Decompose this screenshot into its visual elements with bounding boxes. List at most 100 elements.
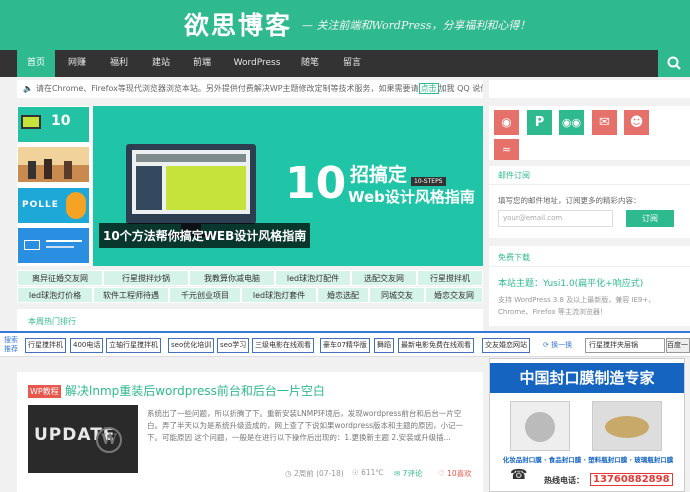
slider-thumb-4[interactable] xyxy=(18,228,89,263)
pinterest-icon[interactable]: P xyxy=(527,110,552,135)
slider-thumbnails: 10 POLLE xyxy=(17,106,92,266)
post-thumbnail[interactable]: UPDATE W xyxy=(28,405,138,473)
mail-icon[interactable]: ✉ xyxy=(592,110,617,135)
slide-number: 10 xyxy=(285,158,347,209)
tag-link[interactable]: led球泡灯配件 xyxy=(275,270,351,286)
slide-headline: 招搞定 xyxy=(350,164,408,186)
search-suggestion[interactable]: 最新电影免费在线观看 xyxy=(398,338,474,353)
comment-icon: ✉ xyxy=(394,469,403,478)
rss-icon[interactable]: ≈ xyxy=(494,139,519,160)
post-category-badge[interactable]: WP教程 xyxy=(28,385,61,398)
notice-text: 请在Chrome、Firefox等现代浏览器浏览本站。另外提供付费解决WP主题修… xyxy=(35,84,419,93)
notice-bar: 🔈 请在Chrome、Firefox等现代浏览器浏览本站。另外提供付费解决WP主题… xyxy=(17,80,483,98)
qq-link[interactable]: 点击 xyxy=(418,83,439,94)
clock-icon: ◷ xyxy=(285,469,294,478)
search-suggestion[interactable]: 交友婚恋网站 xyxy=(482,338,530,353)
notice-text-after: 加我 QQ 说你的需求。 xyxy=(438,84,483,93)
qq-icon[interactable]: ☻ xyxy=(624,110,649,135)
subscribe-title: 邮件订阅 xyxy=(498,171,530,180)
tag-link[interactable]: 婚恋交友网 xyxy=(425,287,483,303)
wordpress-logo-icon: W xyxy=(96,427,122,453)
site-logo[interactable]: 欲思博客 xyxy=(184,6,292,42)
thumb-label: POLLE xyxy=(22,200,59,210)
refresh-suggestions[interactable]: ⟳ 换一换 xyxy=(543,340,572,350)
eye-icon: ☉ xyxy=(352,468,362,477)
nav-item-liuyan[interactable]: 留言 xyxy=(333,50,371,77)
search-icon xyxy=(667,56,681,70)
featured-slide[interactable]: 10 招搞定 10-STEPS Web设计风格指南 10个方法帮你搞定WEB设计… xyxy=(93,106,483,266)
search-suggestion[interactable]: 三级电影在线观看 xyxy=(252,338,314,353)
refresh-icon: ⟳ xyxy=(543,341,549,349)
tag-link[interactable]: 选配交友网 xyxy=(351,270,417,286)
search-suggestion[interactable]: 舞蹈 xyxy=(374,338,394,353)
nav-item-suibi[interactable]: 随笔 xyxy=(291,50,329,77)
subscribe-desc: 填写您的邮件地址，订阅更多的精彩内容： xyxy=(498,196,641,205)
slider-thumb-1[interactable]: 10 xyxy=(18,107,89,142)
search-suggestion[interactable]: 豪车07精华版 xyxy=(320,338,370,353)
slide-badge: 10-STEPS xyxy=(411,177,446,186)
wechat-icon[interactable]: ◉◉ xyxy=(559,110,584,135)
tag-link[interactable]: led球泡灯套件 xyxy=(241,287,317,303)
nav-search-button[interactable] xyxy=(658,50,690,77)
nav-item-wordpress[interactable]: WordPress xyxy=(226,50,288,77)
tag-link[interactable]: 行星搅拌机 xyxy=(417,270,483,286)
post-likes[interactable]: ♡ 10喜欢 xyxy=(438,468,472,479)
nav-item-fuli[interactable]: 福利 xyxy=(100,50,138,77)
nav-item-qianduan[interactable]: 前端 xyxy=(183,50,221,77)
ad-phone: 13760882898 xyxy=(590,473,673,486)
search-recommend-label: 搜索 推荐 xyxy=(4,336,18,353)
tag-link[interactable]: 千元创业项目 xyxy=(169,287,241,303)
main-nav: 首页 网赚 福利 建站 前端 WordPress 随笔 留言 xyxy=(0,50,690,77)
tag-link[interactable]: 离异征婚交友网 xyxy=(17,270,103,286)
search-suggestion[interactable]: 立轴行星搅拌机 xyxy=(106,338,161,353)
subscribe-button[interactable]: 订阅 xyxy=(626,210,674,227)
nav-item-jianzhan[interactable]: 建站 xyxy=(142,50,180,77)
search-suggestion[interactable]: 400电话 xyxy=(70,338,104,353)
topbar-right-blank xyxy=(489,80,690,98)
tag-link[interactable]: 行星搅拌炒锅 xyxy=(103,270,189,286)
baidu-search-button[interactable]: 百度一 xyxy=(666,338,690,353)
slide-caption[interactable]: 10个方法帮你搞定WEB设计风格指南 xyxy=(99,223,311,248)
post-views: ☉ 611℃ xyxy=(352,468,384,477)
search-suggestion[interactable]: seo学习 xyxy=(217,338,250,353)
nav-item-wangzhuan[interactable]: 网赚 xyxy=(58,50,96,77)
slider-thumb-2[interactable] xyxy=(18,147,89,182)
site-slogan: — 关注前端和WordPress，分享福利和心得！ xyxy=(302,19,531,32)
advertisement[interactable]: 中国封口膜制造专家 化妆品封口膜 · 食品封口膜 · 塑料瓶封口膜 · 玻璃瓶封… xyxy=(489,358,685,492)
tag-link[interactable]: 同城交友 xyxy=(369,287,425,303)
download-panel: 免费下载 本站主题：Yusi1.0(扁平化+响应式) 支持 WordPress … xyxy=(489,246,690,326)
ad-product-image-1 xyxy=(510,401,570,451)
post-comments[interactable]: ✉ 7评论 xyxy=(394,468,422,479)
post-date: ◷ 2周前 (07-18) xyxy=(285,469,344,478)
tag-grid: 离异征婚交友网 行星搅拌炒锅 我教算你减电脑 led球泡灯配件 选配交友网 行星… xyxy=(17,270,483,304)
subscribe-email-input[interactable]: your@email.com xyxy=(498,210,613,227)
post-title[interactable]: 解决lnmp重装后wordpress前台和后台一片空白 xyxy=(65,382,325,399)
post-card: WP教程 解决lnmp重装后wordpress前台和后台一片空白 UPDATE … xyxy=(17,372,483,492)
weibo-icon[interactable]: ◉ xyxy=(494,110,519,135)
nav-item-home[interactable]: 首页 xyxy=(17,50,55,77)
search-suggestion[interactable]: 行星搅拌机 xyxy=(25,338,66,353)
tag-link[interactable]: 我教算你减电脑 xyxy=(189,270,275,286)
hot-ranking-panel: 本周热门排行 xyxy=(17,309,483,331)
ad-phone-label: 热线电话： xyxy=(544,476,584,485)
search-recommend-bar: 搜索 推荐 行星搅拌机 400电话 立轴行星搅拌机 seo优化培训 seo学习 … xyxy=(0,331,690,357)
ad-labels: 化妆品封口膜 · 食品封口膜 · 塑料瓶封口膜 · 玻璃瓶封口膜 xyxy=(502,456,674,464)
download-title: 免费下载 xyxy=(498,253,530,262)
post-excerpt: 系统出了一些问题，所以折腾了下。重新安装LNMP环境后，发现wordpress前… xyxy=(147,409,464,442)
tag-link[interactable]: 婚恋选配 xyxy=(317,287,369,303)
social-panel: ◉ P ◉◉ ✉ ☻ ≈ xyxy=(489,106,690,160)
baidu-search-input[interactable]: 行星搅拌夹层锅 xyxy=(585,338,665,353)
speaker-icon: 🔈 xyxy=(23,84,33,93)
download-desc: 支持 WordPress 3.8 及以上最新版，兼容 IE9+、Chrome、F… xyxy=(498,296,656,316)
slider-thumb-3[interactable]: POLLE xyxy=(18,188,89,223)
search-suggestion[interactable]: seo优化培训 xyxy=(168,338,215,353)
site-header: 欲思博客 — 关注前端和WordPress，分享福利和心得！ xyxy=(0,0,690,50)
tag-link[interactable]: led球泡灯价格 xyxy=(17,287,93,303)
heart-icon: ♡ xyxy=(438,469,448,478)
download-theme-link[interactable]: 本站主题：Yusi1.0(扁平化+响应式) xyxy=(498,276,643,289)
ad-product-image-2 xyxy=(592,401,662,451)
phone-icon: ☎ xyxy=(510,467,528,483)
subscribe-panel: 邮件订阅 填写您的邮件地址，订阅更多的精彩内容： your@email.com … xyxy=(489,166,690,238)
tag-link[interactable]: 软件工程师待遇 xyxy=(93,287,169,303)
ad-title: 中国封口膜制造专家 xyxy=(490,363,684,393)
